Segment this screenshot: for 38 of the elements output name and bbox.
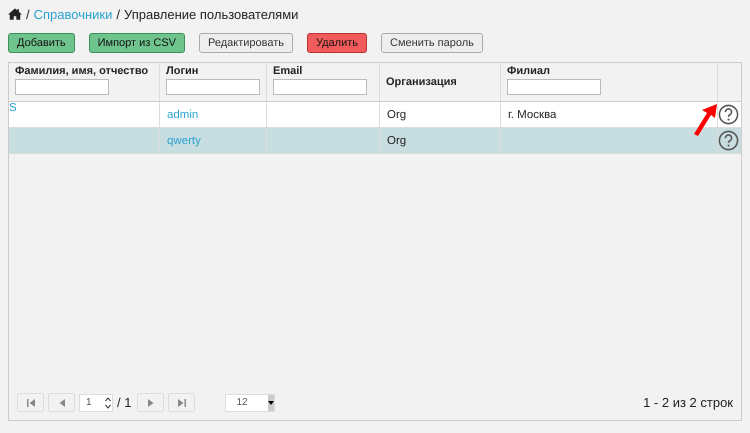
pager-button[interactable] <box>137 393 164 412</box>
table-row[interactable]: qwerty Org <box>9 128 741 154</box>
filter-field[interactable] <box>507 79 601 95</box>
breadcrumb-current: Управление пользователями <box>124 6 298 22</box>
filter-field[interactable] <box>15 79 109 95</box>
table-cell: Org <box>387 108 406 120</box>
breadcrumb-separator: / <box>26 6 30 22</box>
toolbar-button[interactable]: Сменить пароль <box>381 33 483 53</box>
header-label: Фамилия, имя, отчество <box>15 65 150 77</box>
toolbar-button[interactable]: Редактировать <box>199 33 293 53</box>
pager-button[interactable] <box>48 393 75 412</box>
toolbar-button[interactable]: Удалить <box>307 33 367 53</box>
home-icon[interactable] <box>8 8 22 20</box>
first-page-icon <box>26 398 36 408</box>
table-cell: Org <box>387 134 406 146</box>
filter-field[interactable] <box>273 79 367 95</box>
last-page-icon <box>176 398 187 408</box>
pager-button[interactable] <box>168 393 196 412</box>
table-cell: г. Москва <box>508 108 556 120</box>
spinner-control[interactable] <box>104 394 112 410</box>
next-icon <box>146 398 156 408</box>
pager-button[interactable] <box>17 393 44 412</box>
header-label: Email <box>273 65 304 77</box>
pager-summary: 1 - 2 из 2 строк <box>643 395 733 410</box>
caret-icon <box>268 394 274 410</box>
toolbar-button[interactable]: Импорт из CSV <box>88 33 185 53</box>
help-button[interactable] <box>718 130 739 151</box>
toolbar-button[interactable]: Добавить <box>8 33 75 53</box>
help-button[interactable] <box>718 104 739 125</box>
page-count: / 1 <box>117 395 132 410</box>
filter-field[interactable] <box>166 79 260 95</box>
breadcrumb-separator: / <box>116 6 120 22</box>
page-field[interactable]: 1 <box>79 394 113 412</box>
header-label: Организация <box>386 76 458 88</box>
table-row[interactable]: S admin Org г. Москва <box>9 102 741 128</box>
page-size-select[interactable]: 12 <box>225 394 276 412</box>
header-label: Филиал <box>507 65 552 77</box>
header-label: Логин <box>166 65 200 77</box>
